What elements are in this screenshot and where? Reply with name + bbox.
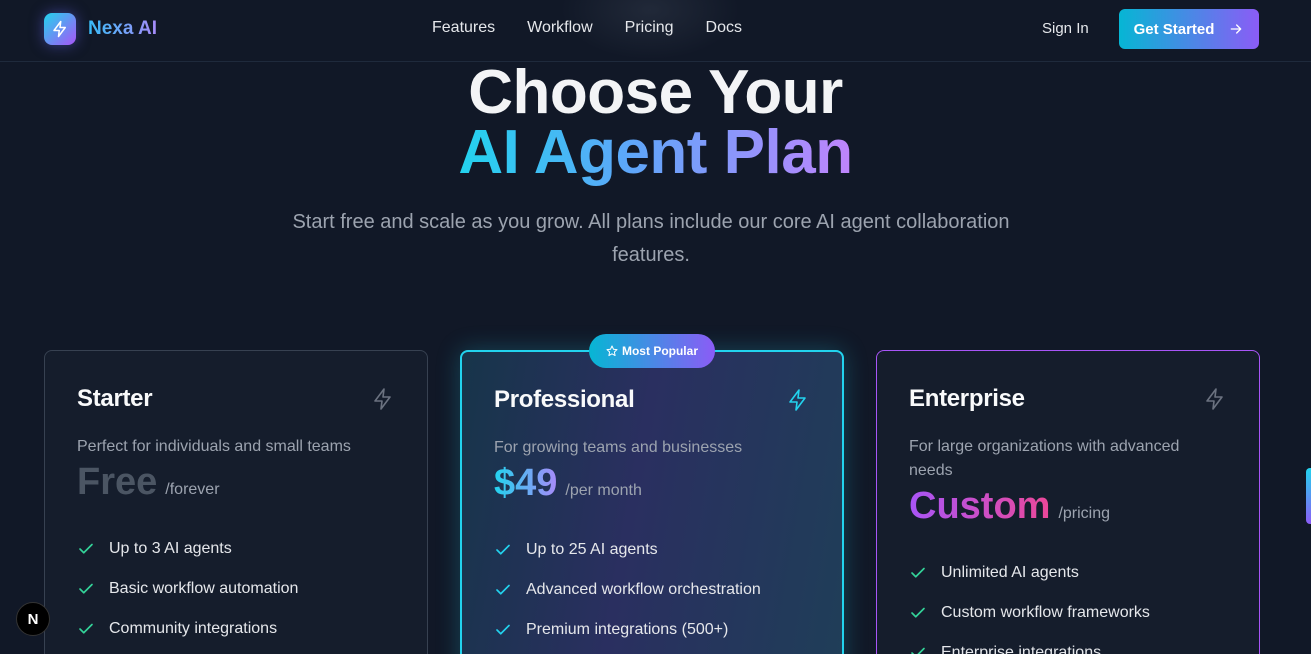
sign-in-link[interactable]: Sign In <box>1042 20 1089 37</box>
star-icon <box>606 345 618 357</box>
feature-text: Advanced workflow orchestration <box>526 581 761 598</box>
plan-title: Professional <box>494 386 635 413</box>
lightning-icon <box>789 389 806 411</box>
nav-link-features[interactable]: Features <box>432 19 495 37</box>
nav-links: Features Workflow Pricing Docs <box>432 19 774 37</box>
plan-title: Starter <box>77 385 153 412</box>
side-edge-tab[interactable] <box>1306 468 1311 524</box>
feature-item: Basic workflow automation <box>77 569 395 609</box>
feature-text: Up to 3 AI agents <box>109 540 232 557</box>
hero-subtitle: Start free and scale as you grow. All pl… <box>292 211 1010 266</box>
most-popular-badge: Most Popular <box>589 334 715 368</box>
price-row: $49 /per month <box>494 460 810 506</box>
get-started-label: Get Started <box>1133 20 1215 38</box>
feature-text: Up to 25 AI agents <box>526 541 658 558</box>
hero-title-gradient-text: AI Agent Plan <box>458 118 853 187</box>
check-icon <box>496 544 510 555</box>
plan-card-enterprise: Enterprise For large organizations with … <box>876 350 1260 654</box>
brand-name: Nexa AI <box>88 18 157 39</box>
plan-price: $49 <box>494 462 558 504</box>
nav-link-workflow[interactable]: Workflow <box>527 19 593 37</box>
feature-list: Up to 25 AI agents Advanced workflow orc… <box>494 530 810 650</box>
dev-tools-button[interactable]: N <box>16 602 50 636</box>
plan-title: Enterprise <box>909 385 1025 412</box>
lightning-icon <box>44 13 76 45</box>
feature-text: Basic workflow automation <box>109 580 299 597</box>
feature-item: Up to 3 AI agents <box>77 529 395 569</box>
plan-price: Free <box>77 461 158 503</box>
most-popular-label: Most Popular <box>621 344 698 358</box>
get-started-button[interactable]: Get Started <box>1119 9 1259 49</box>
feature-list: Up to 3 AI agents Basic workflow automat… <box>77 529 395 649</box>
feature-item: Enterprise integrations <box>909 633 1227 654</box>
check-icon <box>496 584 510 595</box>
hero-title-line2: AI Agent Plan <box>0 118 1311 188</box>
feature-text: Community integrations <box>109 620 278 637</box>
plan-card-professional: Professional For growing teams and busin… <box>460 350 844 654</box>
nav-link-docs[interactable]: Docs <box>706 19 742 37</box>
brand[interactable]: Nexa AI <box>44 13 157 45</box>
feature-item: Premium integrations (500+) <box>494 610 810 650</box>
plan-period: /pricing <box>1058 505 1111 522</box>
check-icon <box>911 607 925 618</box>
check-icon <box>79 583 93 594</box>
plan-card-starter: Starter Perfect for individuals and smal… <box>44 350 428 654</box>
check-icon <box>79 543 93 554</box>
feature-item: Up to 25 AI agents <box>494 530 810 570</box>
plan-description: For growing teams and businesses <box>494 439 743 456</box>
feature-text: Custom workflow frameworks <box>941 604 1150 621</box>
plan-description: For large organizations with advanced ne… <box>909 438 1180 479</box>
price-row: Custom /pricing <box>909 483 1227 529</box>
plan-period: /per month <box>565 482 642 499</box>
top-navbar: Nexa AI Features Workflow Pricing Docs S… <box>0 0 1311 62</box>
plan-description: Perfect for individuals and small teams <box>77 438 351 455</box>
check-icon <box>496 624 510 635</box>
feature-item: Community integrations <box>77 609 395 649</box>
arrow-right-icon <box>1231 24 1242 34</box>
nav-link-pricing[interactable]: Pricing <box>625 19 674 37</box>
price-row: Free /forever <box>77 459 395 505</box>
feature-item: Custom workflow frameworks <box>909 593 1227 633</box>
feature-list: Unlimited AI agents Custom workflow fram… <box>909 553 1227 654</box>
feature-item: Advanced workflow orchestration <box>494 570 810 610</box>
feature-text: Unlimited AI agents <box>941 564 1079 581</box>
lightning-icon <box>1206 388 1223 410</box>
check-icon <box>911 567 925 578</box>
plan-price: Custom <box>909 485 1051 527</box>
check-icon <box>911 647 925 654</box>
lightning-icon <box>374 388 391 410</box>
plan-period: /forever <box>165 481 220 498</box>
feature-text: Enterprise integrations <box>941 644 1102 654</box>
feature-text: Premium integrations (500+) <box>526 621 729 638</box>
feature-item: Unlimited AI agents <box>909 553 1227 593</box>
check-icon <box>79 623 93 634</box>
